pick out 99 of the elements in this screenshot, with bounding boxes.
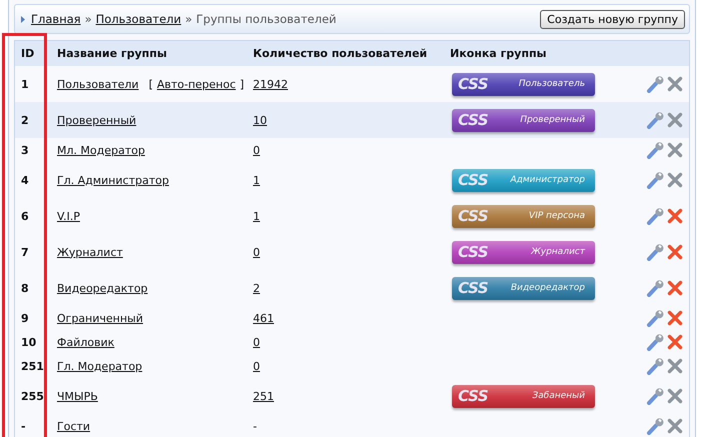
bracket: ]	[240, 78, 244, 90]
badge-label: Забаненый	[532, 391, 585, 401]
group-name-link[interactable]: Мл. Модератор	[57, 144, 145, 156]
breadcrumb-current: Группы пользователей	[196, 12, 336, 26]
user-count: -	[253, 420, 257, 432]
wrench-icon[interactable]	[646, 387, 664, 405]
user-count-link[interactable]: 0	[253, 246, 260, 258]
create-group-button[interactable]: Создать новую группу	[540, 10, 685, 28]
column-header: Иконка группы	[450, 47, 546, 60]
group-id: -	[21, 420, 26, 432]
group-id: 8	[21, 282, 29, 294]
delete-icon[interactable]	[667, 142, 683, 158]
wrench-icon[interactable]	[646, 279, 664, 297]
delete-icon[interactable]	[667, 418, 683, 434]
group-name-link[interactable]: Файловик	[57, 336, 114, 348]
group-id: 9	[21, 312, 29, 324]
group-id: 251	[21, 360, 44, 372]
table-row[interactable]: 6 V.I.P 1 CSS VIP персона	[15, 198, 689, 234]
wrench-icon[interactable]	[646, 243, 664, 261]
wrench-icon[interactable]	[646, 75, 664, 93]
user-count-link[interactable]: 1	[253, 210, 260, 222]
table-row[interactable]: 9 Ограниченный 461	[15, 306, 689, 330]
auto-transfer-link[interactable]: Авто-перенос	[156, 78, 236, 90]
column-header: Название группы	[57, 47, 167, 60]
table-row[interactable]: 8 Видеоредактор 2 CSS Видеоредактор	[15, 270, 689, 306]
group-name-link[interactable]: Проверенный	[57, 114, 136, 126]
delete-icon[interactable]	[667, 112, 683, 128]
delete-icon[interactable]	[667, 208, 683, 224]
wrench-icon[interactable]	[646, 357, 664, 375]
bracket: [	[148, 78, 153, 90]
user-count-link[interactable]: 0	[253, 336, 260, 348]
column-header: ID	[21, 47, 34, 60]
badge-label: Проверенный	[520, 115, 585, 125]
group-name-link[interactable]: ЧМЫРЬ	[57, 390, 98, 402]
table-row[interactable]: 4 Гл. Администратор 1 CSS Администратор	[15, 162, 689, 198]
chevron-icon	[21, 16, 25, 22]
badge-logo: CSS	[458, 171, 488, 189]
badge-label: Видеоредактор	[510, 283, 585, 293]
wrench-icon[interactable]	[646, 141, 664, 159]
table-row[interactable]: 255 ЧМЫРЬ 251 CSS Забаненый	[15, 378, 689, 414]
breadcrumb-link[interactable]: Главная	[31, 12, 81, 26]
group-name-link[interactable]: Гости	[57, 420, 90, 432]
badge-label: Администратор	[510, 175, 585, 185]
table-row[interactable]: - Гости -	[15, 414, 689, 437]
group-id: 7	[21, 246, 29, 258]
breadcrumb-separator: »	[84, 12, 92, 26]
wrench-icon[interactable]	[646, 171, 664, 189]
group-name-link[interactable]: Пользователи	[57, 78, 139, 90]
group-id: 1	[21, 78, 29, 90]
badge-label: Журналист	[531, 247, 585, 257]
delete-icon[interactable]	[667, 244, 683, 260]
group-name-link[interactable]: Ограниченный	[57, 312, 143, 324]
group-id: 255	[21, 390, 44, 402]
group-name-link[interactable]: Гл. Администратор	[57, 174, 169, 186]
delete-icon[interactable]	[667, 172, 683, 188]
wrench-icon[interactable]	[646, 417, 664, 435]
user-count-link[interactable]: 10	[253, 114, 267, 126]
user-count-link[interactable]: 1	[253, 174, 260, 186]
badge-logo: CSS	[458, 111, 488, 129]
group-name-link[interactable]: Видеоредактор	[57, 282, 148, 294]
group-name-link[interactable]: V.I.P	[57, 210, 80, 222]
group-id: 3	[21, 144, 29, 156]
table-row[interactable]: 3 Мл. Модератор 0	[15, 138, 689, 162]
wrench-icon[interactable]	[646, 333, 664, 351]
column-header: Количество пользователей	[253, 47, 428, 60]
delete-icon[interactable]	[667, 76, 683, 92]
wrench-icon[interactable]	[646, 207, 664, 225]
badge-logo: CSS	[458, 387, 488, 405]
badge-label: Пользователь	[518, 79, 585, 89]
wrench-icon[interactable]	[646, 111, 664, 129]
table-row[interactable]: 10 Файловик 0	[15, 330, 689, 354]
group-name-link[interactable]: Журналист	[57, 246, 123, 258]
wrench-icon[interactable]	[646, 309, 664, 327]
user-count-link[interactable]: 0	[253, 360, 260, 372]
badge-label: VIP персона	[528, 211, 585, 221]
group-id: 2	[21, 114, 29, 126]
badge-logo: CSS	[458, 75, 488, 93]
table-row[interactable]: 251 Гл. Модератор 0	[15, 354, 689, 378]
badge-logo: CSS	[458, 243, 488, 261]
user-count-link[interactable]: 461	[253, 312, 274, 324]
group-id: 4	[21, 174, 29, 186]
delete-icon[interactable]	[667, 310, 683, 326]
delete-icon[interactable]	[667, 280, 683, 296]
user-count-link[interactable]: 2	[253, 282, 260, 294]
table-row[interactable]: 1 Пользователи [ Авто-перенос ] 21942 CSS Пользователь	[15, 66, 689, 102]
delete-icon[interactable]	[667, 388, 683, 404]
group-name-link[interactable]: Гл. Модератор	[57, 360, 142, 372]
user-count-link[interactable]: 0	[253, 144, 260, 156]
user-count-link[interactable]: 251	[253, 390, 274, 402]
badge-logo: CSS	[458, 207, 488, 225]
delete-icon[interactable]	[667, 334, 683, 350]
group-id: 6	[21, 210, 29, 222]
table-row[interactable]: 7 Журналист 0 CSS Журналист	[15, 234, 689, 270]
badge-logo: CSS	[458, 279, 488, 297]
breadcrumb-separator: »	[185, 12, 192, 26]
user-count-link[interactable]: 21942	[253, 78, 288, 90]
breadcrumb-link[interactable]: Пользователи	[96, 12, 182, 26]
delete-icon[interactable]	[667, 358, 683, 374]
group-id: 10	[21, 336, 36, 348]
